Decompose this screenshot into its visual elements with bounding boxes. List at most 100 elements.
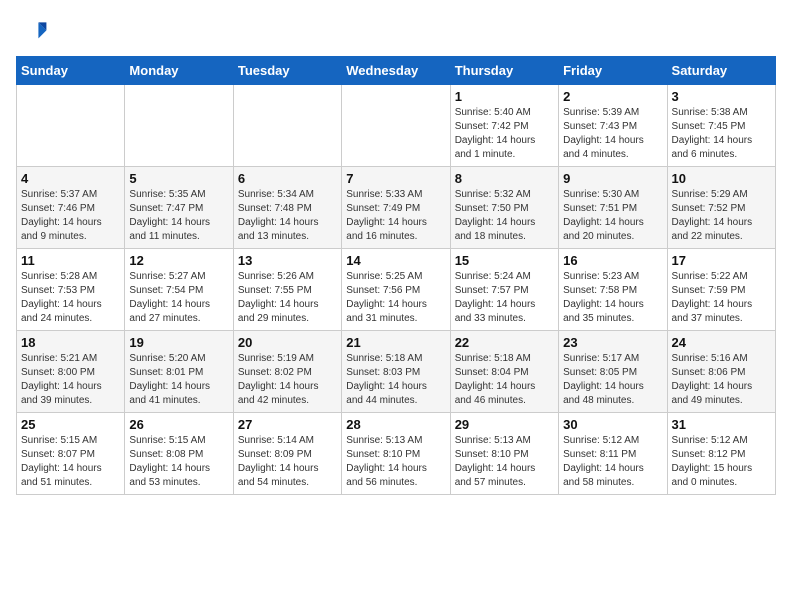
day-cell: 11 Sunrise: 5:28 AM Sunset: 7:53 PM Dayli… xyxy=(17,249,125,331)
day-cell: 30 Sunrise: 5:12 AM Sunset: 8:11 PM Dayli… xyxy=(559,413,667,495)
day-info: Sunrise: 5:17 AM Sunset: 8:05 PM Dayligh… xyxy=(563,352,662,408)
day-info: Sunrise: 5:25 AM Sunset: 7:56 PM Dayligh… xyxy=(346,270,445,326)
day-cell: 31 Sunrise: 5:12 AM Sunset: 8:12 PM Dayli… xyxy=(667,413,775,495)
week-row-1: 1 Sunrise: 5:40 AM Sunset: 7:42 PM Daylig… xyxy=(17,85,776,167)
day-info: Sunrise: 5:26 AM Sunset: 7:55 PM Dayligh… xyxy=(238,270,337,326)
days-header-row: SundayMondayTuesdayWednesdayThursdayFrid… xyxy=(17,57,776,85)
day-cell: 21Sunrise: 5:18 AM Sunset: 8:03 PM Dayli… xyxy=(342,331,450,413)
day-number: 22 xyxy=(455,335,554,350)
day-cell: 27Sunrise: 5:14 AM Sunset: 8:09 PM Dayli… xyxy=(233,413,341,495)
day-cell: 15 Sunrise: 5:24 AM Sunset: 7:57 PM Dayli… xyxy=(450,249,558,331)
day-cell: 7 Sunrise: 5:33 AM Sunset: 7:49 PM Daylig… xyxy=(342,167,450,249)
day-cell: 28 Sunrise: 5:13 AM Sunset: 8:10 PM Dayli… xyxy=(342,413,450,495)
day-cell: 4 Sunrise: 5:37 AM Sunset: 7:46 PM Daylig… xyxy=(17,167,125,249)
day-cell: 17 Sunrise: 5:22 AM Sunset: 7:59 PM Dayli… xyxy=(667,249,775,331)
day-number: 27 xyxy=(238,417,337,432)
day-info: Sunrise: 5:38 AM Sunset: 7:45 PM Dayligh… xyxy=(672,106,771,162)
day-number: 17 xyxy=(672,253,771,268)
day-header-sunday: Sunday xyxy=(17,57,125,85)
day-cell: 20 Sunrise: 5:19 AM Sunset: 8:02 PM Dayli… xyxy=(233,331,341,413)
day-number: 28 xyxy=(346,417,445,432)
day-cell: 14 Sunrise: 5:25 AM Sunset: 7:56 PM Dayli… xyxy=(342,249,450,331)
day-cell: 24 Sunrise: 5:16 AM Sunset: 8:06 PM Dayli… xyxy=(667,331,775,413)
day-number: 11 xyxy=(21,253,120,268)
day-info: Sunrise: 5:37 AM Sunset: 7:46 PM Dayligh… xyxy=(21,188,120,244)
day-cell: 8Sunrise: 5:32 AM Sunset: 7:50 PM Daylig… xyxy=(450,167,558,249)
day-cell: 6Sunrise: 5:34 AM Sunset: 7:48 PM Daylig… xyxy=(233,167,341,249)
day-number: 16 xyxy=(563,253,662,268)
day-info: Sunrise: 5:19 AM Sunset: 8:02 PM Dayligh… xyxy=(238,352,337,408)
day-number: 3 xyxy=(672,89,771,104)
day-cell xyxy=(17,85,125,167)
day-number: 9 xyxy=(563,171,662,186)
day-info: Sunrise: 5:30 AM Sunset: 7:51 PM Dayligh… xyxy=(563,188,662,244)
day-cell: 3 Sunrise: 5:38 AM Sunset: 7:45 PM Daylig… xyxy=(667,85,775,167)
day-cell xyxy=(342,85,450,167)
day-cell: 5 Sunrise: 5:35 AM Sunset: 7:47 PM Daylig… xyxy=(125,167,233,249)
day-number: 5 xyxy=(129,171,228,186)
day-number: 7 xyxy=(346,171,445,186)
day-info: Sunrise: 5:15 AM Sunset: 8:07 PM Dayligh… xyxy=(21,434,120,490)
day-cell: 29 Sunrise: 5:13 AM Sunset: 8:10 PM Dayli… xyxy=(450,413,558,495)
day-info: Sunrise: 5:18 AM Sunset: 8:04 PM Dayligh… xyxy=(455,352,554,408)
day-header-wednesday: Wednesday xyxy=(342,57,450,85)
day-info: Sunrise: 5:12 AM Sunset: 8:12 PM Dayligh… xyxy=(672,434,771,490)
day-info: Sunrise: 5:20 AM Sunset: 8:01 PM Dayligh… xyxy=(129,352,228,408)
day-number: 20 xyxy=(238,335,337,350)
day-header-saturday: Saturday xyxy=(667,57,775,85)
logo-icon xyxy=(16,16,48,48)
day-info: Sunrise: 5:21 AM Sunset: 8:00 PM Dayligh… xyxy=(21,352,120,408)
day-cell: 9 Sunrise: 5:30 AM Sunset: 7:51 PM Daylig… xyxy=(559,167,667,249)
day-info: Sunrise: 5:18 AM Sunset: 8:03 PM Dayligh… xyxy=(346,352,445,408)
day-number: 24 xyxy=(672,335,771,350)
day-cell: 26Sunrise: 5:15 AM Sunset: 8:08 PM Dayli… xyxy=(125,413,233,495)
day-info: Sunrise: 5:16 AM Sunset: 8:06 PM Dayligh… xyxy=(672,352,771,408)
day-cell: 23 Sunrise: 5:17 AM Sunset: 8:05 PM Dayli… xyxy=(559,331,667,413)
day-cell: 18 Sunrise: 5:21 AM Sunset: 8:00 PM Dayli… xyxy=(17,331,125,413)
day-info: Sunrise: 5:39 AM Sunset: 7:43 PM Dayligh… xyxy=(563,106,662,162)
day-number: 4 xyxy=(21,171,120,186)
day-info: Sunrise: 5:24 AM Sunset: 7:57 PM Dayligh… xyxy=(455,270,554,326)
day-info: Sunrise: 5:12 AM Sunset: 8:11 PM Dayligh… xyxy=(563,434,662,490)
day-number: 26 xyxy=(129,417,228,432)
day-number: 23 xyxy=(563,335,662,350)
day-number: 8 xyxy=(455,171,554,186)
day-info: Sunrise: 5:23 AM Sunset: 7:58 PM Dayligh… xyxy=(563,270,662,326)
day-info: Sunrise: 5:22 AM Sunset: 7:59 PM Dayligh… xyxy=(672,270,771,326)
day-info: Sunrise: 5:33 AM Sunset: 7:49 PM Dayligh… xyxy=(346,188,445,244)
day-number: 29 xyxy=(455,417,554,432)
day-cell: 12Sunrise: 5:27 AM Sunset: 7:54 PM Dayli… xyxy=(125,249,233,331)
day-number: 30 xyxy=(563,417,662,432)
week-row-2: 4 Sunrise: 5:37 AM Sunset: 7:46 PM Daylig… xyxy=(17,167,776,249)
day-header-thursday: Thursday xyxy=(450,57,558,85)
day-header-tuesday: Tuesday xyxy=(233,57,341,85)
day-number: 25 xyxy=(21,417,120,432)
day-cell: 1 Sunrise: 5:40 AM Sunset: 7:42 PM Daylig… xyxy=(450,85,558,167)
week-row-5: 25 Sunrise: 5:15 AM Sunset: 8:07 PM Dayli… xyxy=(17,413,776,495)
day-info: Sunrise: 5:35 AM Sunset: 7:47 PM Dayligh… xyxy=(129,188,228,244)
day-number: 18 xyxy=(21,335,120,350)
day-number: 31 xyxy=(672,417,771,432)
day-info: Sunrise: 5:13 AM Sunset: 8:10 PM Dayligh… xyxy=(455,434,554,490)
day-number: 15 xyxy=(455,253,554,268)
week-row-3: 11 Sunrise: 5:28 AM Sunset: 7:53 PM Dayli… xyxy=(17,249,776,331)
week-row-4: 18 Sunrise: 5:21 AM Sunset: 8:00 PM Dayli… xyxy=(17,331,776,413)
day-number: 13 xyxy=(238,253,337,268)
day-info: Sunrise: 5:28 AM Sunset: 7:53 PM Dayligh… xyxy=(21,270,120,326)
day-cell: 2Sunrise: 5:39 AM Sunset: 7:43 PM Daylig… xyxy=(559,85,667,167)
day-number: 10 xyxy=(672,171,771,186)
day-info: Sunrise: 5:13 AM Sunset: 8:10 PM Dayligh… xyxy=(346,434,445,490)
day-header-friday: Friday xyxy=(559,57,667,85)
day-info: Sunrise: 5:40 AM Sunset: 7:42 PM Dayligh… xyxy=(455,106,554,162)
day-number: 12 xyxy=(129,253,228,268)
day-number: 19 xyxy=(129,335,228,350)
day-number: 1 xyxy=(455,89,554,104)
header xyxy=(16,16,776,48)
day-number: 14 xyxy=(346,253,445,268)
day-cell: 13 Sunrise: 5:26 AM Sunset: 7:55 PM Dayli… xyxy=(233,249,341,331)
day-cell: 16 Sunrise: 5:23 AM Sunset: 7:58 PM Dayli… xyxy=(559,249,667,331)
day-cell: 19 Sunrise: 5:20 AM Sunset: 8:01 PM Dayli… xyxy=(125,331,233,413)
day-info: Sunrise: 5:29 AM Sunset: 7:52 PM Dayligh… xyxy=(672,188,771,244)
day-cell: 10 Sunrise: 5:29 AM Sunset: 7:52 PM Dayli… xyxy=(667,167,775,249)
day-cell: 22 Sunrise: 5:18 AM Sunset: 8:04 PM Dayli… xyxy=(450,331,558,413)
